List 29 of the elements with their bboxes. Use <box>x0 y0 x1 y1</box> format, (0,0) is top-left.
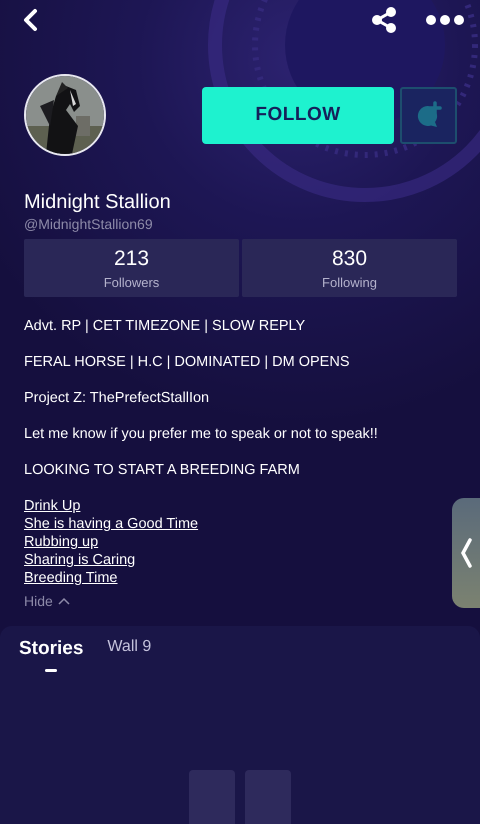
profile-handle: @MidnightStallion69 <box>24 216 154 233</box>
stat-card[interactable]: 830 Following <box>242 239 457 297</box>
hide-toggle[interactable]: Hide <box>24 593 70 609</box>
side-panel-handle[interactable] <box>452 498 480 608</box>
more-icon[interactable] <box>426 15 464 25</box>
bio-link[interactable]: She is having a Good Time <box>24 515 198 533</box>
bio-text: Project Z: ThePrefectStallIon <box>24 389 210 407</box>
bio-link[interactable]: Sharing is Caring <box>24 551 136 569</box>
chevron-left-icon <box>460 537 472 569</box>
stat-label: Followers <box>104 274 160 290</box>
stat-value: 213 <box>114 246 150 270</box>
bio-text: Let me know if you prefer me to speak or not to speak!! <box>24 425 379 443</box>
share-icon[interactable] <box>372 7 396 33</box>
tab[interactable]: Wall 9 <box>107 638 152 680</box>
bio-text: Advt. RP | CET TIMEZONE | SLOW REPLY <box>24 317 306 335</box>
stat-card[interactable]: 213 Followers <box>24 239 239 297</box>
bio-text: LOOKING TO START A BREEDING FARM <box>24 461 301 479</box>
back-icon[interactable] <box>22 8 38 32</box>
tab[interactable]: Stories <box>19 638 84 680</box>
stat-value: 830 <box>332 246 368 270</box>
chat-add-button[interactable] <box>400 86 457 144</box>
bio-text: FERAL HORSE | H.C | DOMINATED | DM OPENS <box>24 353 350 371</box>
bio-link[interactable]: Breeding Time <box>24 569 118 587</box>
stat-label: Following <box>322 274 377 290</box>
chevron-up-icon <box>58 597 70 605</box>
profile-name: Midnight Stallion <box>24 190 172 214</box>
bio-link[interactable]: Drink Up <box>24 497 80 515</box>
bio-link[interactable]: Rubbing up <box>24 533 98 551</box>
follow-button[interactable]: FOLLOW <box>202 86 394 144</box>
